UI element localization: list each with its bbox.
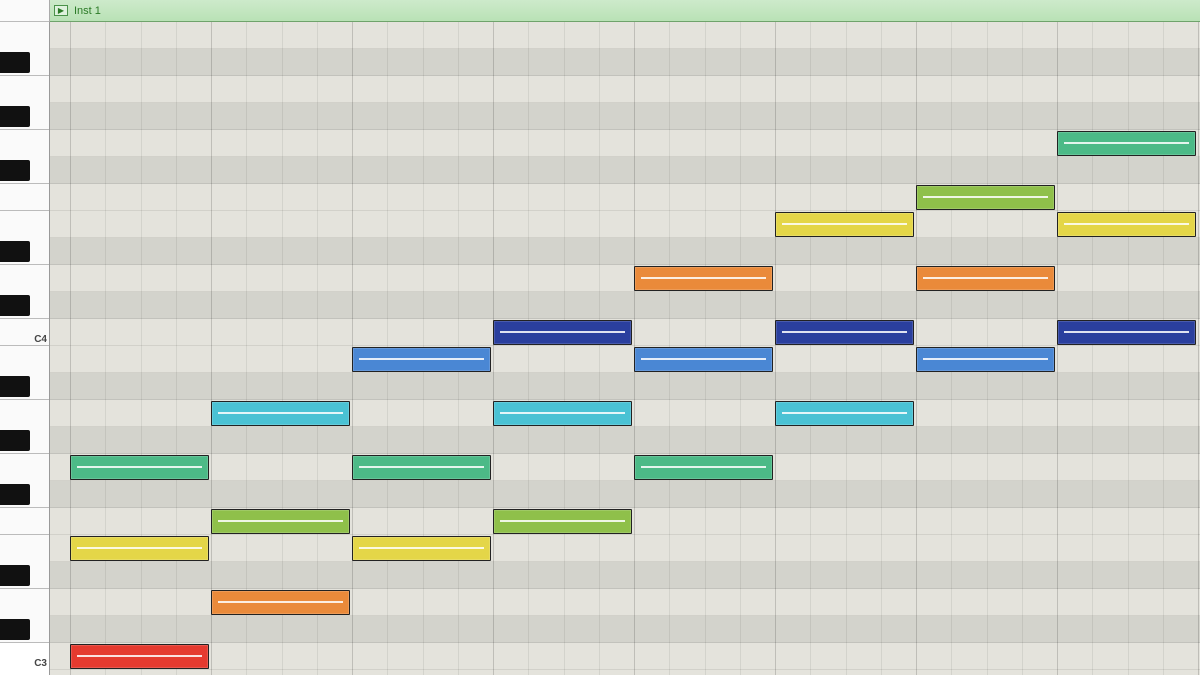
note-lane[interactable] xyxy=(50,535,1200,562)
note-lane[interactable] xyxy=(50,157,1200,184)
beat-line xyxy=(1057,22,1058,675)
midi-note[interactable] xyxy=(352,536,491,561)
subdivision-line xyxy=(317,22,318,675)
black-key[interactable] xyxy=(0,295,30,316)
midi-note[interactable] xyxy=(634,266,773,291)
midi-note[interactable] xyxy=(70,644,209,669)
subdivision-line xyxy=(105,22,106,675)
note-lane[interactable] xyxy=(50,76,1200,103)
white-key[interactable] xyxy=(0,184,49,211)
note-lane[interactable] xyxy=(50,22,1200,49)
note-lane[interactable] xyxy=(50,292,1200,319)
midi-note[interactable] xyxy=(352,455,491,480)
beat-line xyxy=(70,22,71,675)
white-key[interactable] xyxy=(0,508,49,535)
subdivision-line xyxy=(1092,22,1093,675)
octave-label: C4 xyxy=(34,334,47,345)
black-key[interactable] xyxy=(0,619,30,640)
note-lane[interactable] xyxy=(50,130,1200,157)
catch-playhead-button[interactable]: ▶ xyxy=(54,5,68,16)
black-key[interactable] xyxy=(0,52,30,73)
subdivision-line xyxy=(176,22,177,675)
note-lane[interactable] xyxy=(50,481,1200,508)
midi-note[interactable] xyxy=(70,536,209,561)
subdivision-line xyxy=(564,22,565,675)
track-name-label: Inst 1 xyxy=(74,5,101,17)
beat-line xyxy=(775,22,776,675)
subdivision-line xyxy=(1128,22,1129,675)
track-header[interactable]: ▶ Inst 1 xyxy=(50,0,1200,22)
midi-note[interactable] xyxy=(1057,320,1196,345)
midi-note[interactable] xyxy=(1057,212,1196,237)
midi-note[interactable] xyxy=(916,266,1055,291)
midi-note[interactable] xyxy=(493,401,632,426)
subdivision-line xyxy=(528,22,529,675)
black-key[interactable] xyxy=(0,241,30,262)
subdivision-line xyxy=(141,22,142,675)
subdivision-line xyxy=(282,22,283,675)
subdivision-line xyxy=(246,22,247,675)
midi-note[interactable] xyxy=(775,320,914,345)
beat-line xyxy=(211,22,212,675)
subdivision-line xyxy=(846,22,847,675)
midi-note[interactable] xyxy=(916,347,1055,372)
piano-roll-grid[interactable]: IiiiiiIVVviviiI xyxy=(50,22,1200,675)
midi-note[interactable] xyxy=(211,401,350,426)
black-key[interactable] xyxy=(0,565,30,586)
note-lane[interactable] xyxy=(50,211,1200,238)
midi-note[interactable] xyxy=(634,455,773,480)
piano-keyboard[interactable]: C4 C3 xyxy=(0,22,50,675)
note-lane[interactable] xyxy=(50,454,1200,481)
subdivision-line xyxy=(810,22,811,675)
midi-note[interactable] xyxy=(70,455,209,480)
midi-note[interactable] xyxy=(775,401,914,426)
midi-note[interactable] xyxy=(775,212,914,237)
note-lane[interactable] xyxy=(50,373,1200,400)
midi-note[interactable] xyxy=(916,185,1055,210)
white-key[interactable] xyxy=(0,0,49,22)
beat-line xyxy=(493,22,494,675)
midi-note[interactable] xyxy=(1057,131,1196,156)
play-icon: ▶ xyxy=(58,6,64,15)
note-lane[interactable] xyxy=(50,643,1200,670)
octave-label: C3 xyxy=(34,658,47,669)
subdivision-line xyxy=(599,22,600,675)
note-lane[interactable] xyxy=(50,427,1200,454)
note-lane[interactable] xyxy=(50,562,1200,589)
note-lane[interactable] xyxy=(50,103,1200,130)
subdivision-line xyxy=(1163,22,1164,675)
midi-note[interactable] xyxy=(211,590,350,615)
beat-line xyxy=(1198,22,1199,675)
black-key[interactable] xyxy=(0,376,30,397)
note-lane[interactable] xyxy=(50,238,1200,265)
black-key[interactable] xyxy=(0,430,30,451)
midi-note[interactable] xyxy=(634,347,773,372)
midi-note[interactable] xyxy=(493,509,632,534)
subdivision-line xyxy=(881,22,882,675)
black-key[interactable] xyxy=(0,106,30,127)
note-lane[interactable] xyxy=(50,49,1200,76)
midi-note[interactable] xyxy=(211,509,350,534)
note-lane[interactable] xyxy=(50,616,1200,643)
black-key[interactable] xyxy=(0,160,30,181)
black-key[interactable] xyxy=(0,484,30,505)
piano-roll-editor: ▾ ▶ Inst 1 C4C3 IiiiiiIVVviviiI xyxy=(0,0,1200,675)
midi-note[interactable] xyxy=(493,320,632,345)
midi-note[interactable] xyxy=(352,347,491,372)
